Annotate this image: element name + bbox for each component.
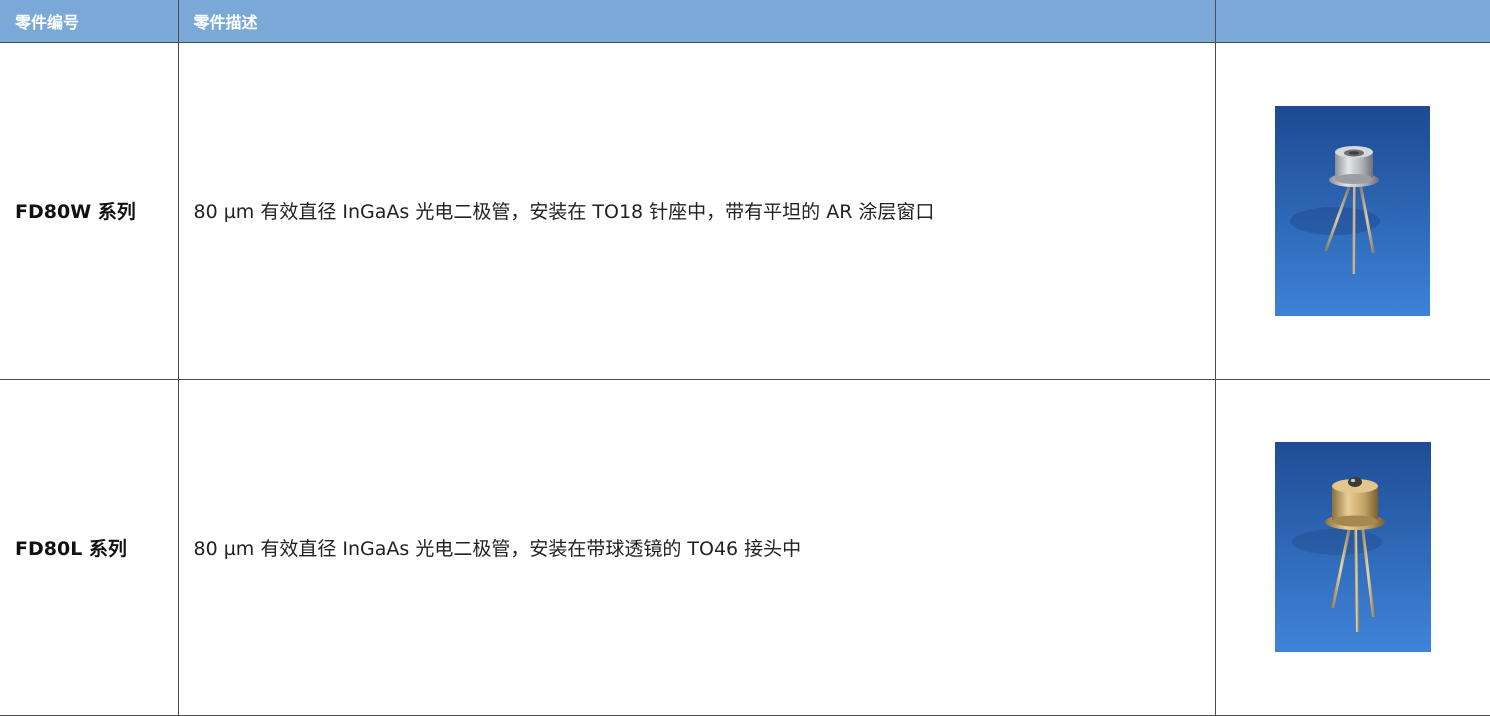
table-row: FD80L 系列 80 µm 有效直径 InGaAs 光电二极管，安装在带球透镜… bbox=[0, 379, 1490, 716]
photodiode-image-gold bbox=[1275, 442, 1432, 652]
to18-photodiode-photo[interactable] bbox=[1275, 105, 1431, 316]
image-cell bbox=[1215, 42, 1490, 380]
part-description-cell: 80 µm 有效直径 InGaAs 光电二极管，安装在带球透镜的 TO46 接头… bbox=[178, 379, 1216, 716]
image-cell bbox=[1215, 379, 1490, 716]
header-part-number[interactable]: 零件编号 bbox=[0, 0, 179, 43]
part-number-cell[interactable]: FD80W 系列 bbox=[0, 42, 179, 380]
to46-photodiode-photo[interactable] bbox=[1275, 442, 1432, 652]
header-part-description[interactable]: 零件描述 bbox=[178, 0, 1216, 43]
part-description-cell: 80 µm 有效直径 InGaAs 光电二极管，安装在 TO18 针座中，带有平… bbox=[178, 42, 1216, 380]
photodiode-image-silver bbox=[1275, 105, 1431, 316]
table-row: FD80W 系列 80 µm 有效直径 InGaAs 光电二极管，安装在 TO1… bbox=[0, 42, 1490, 380]
table-header-row: 零件编号 零件描述 bbox=[0, 0, 1490, 43]
part-number-cell[interactable]: FD80L 系列 bbox=[0, 379, 179, 716]
parts-table: 零件编号 零件描述 FD80W 系列 80 µm 有效直径 InGaAs 光电二… bbox=[0, 0, 1490, 716]
header-image bbox=[1215, 0, 1490, 43]
